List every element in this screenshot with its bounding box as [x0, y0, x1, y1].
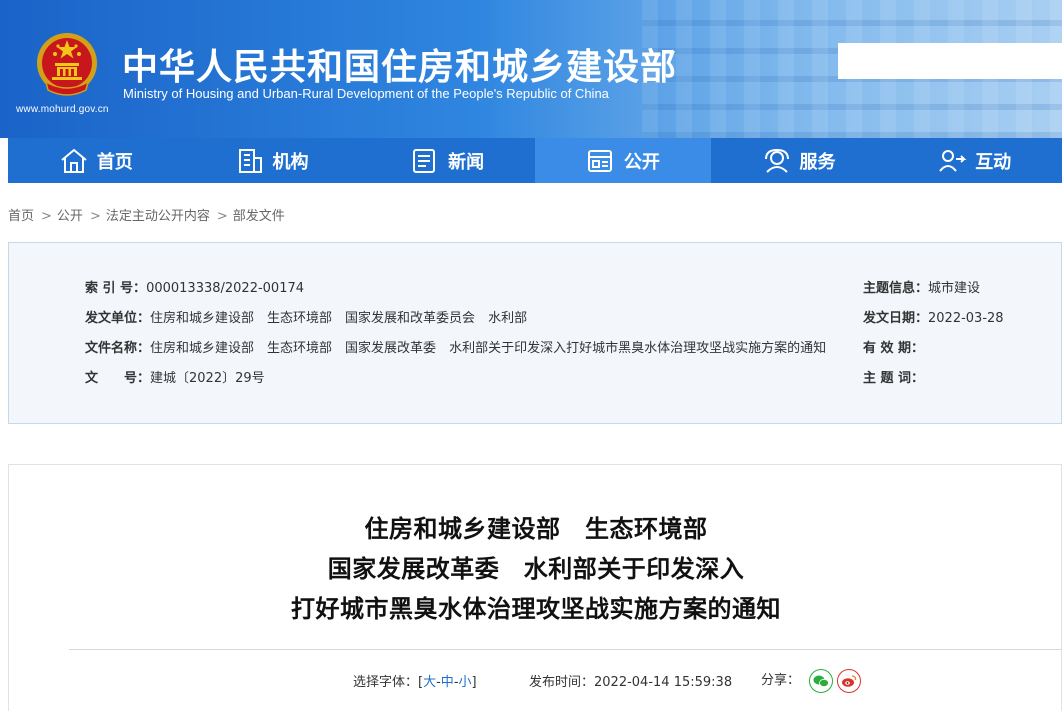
info-keywords: 主 题 词：: [863, 367, 924, 386]
issuer-item: 水利部: [488, 311, 528, 326]
breadcrumb-disclosure[interactable]: 公开: [57, 209, 83, 224]
nav-label: 公开: [623, 151, 660, 173]
document-info-panel: 索 引 号：000013338/2022-00174 发文单位：住房和城乡建设部…: [8, 242, 1062, 424]
issuer-label: 发文单位：: [85, 311, 151, 326]
font-select-label: 选择字体：[: [353, 675, 424, 690]
nav-label: 首页: [96, 151, 133, 173]
search-input[interactable]: [838, 43, 1062, 79]
nav-item-news[interactable]: 新闻: [359, 138, 535, 183]
nav-label: 机构: [272, 151, 309, 173]
info-filename: 文件名称：住房和城乡建设部 生态环境部 国家发展改革委 水利部关于印发深入打好城市黑臭…: [85, 337, 839, 356]
breadcrumb-separator: >: [41, 209, 52, 224]
info-validity: 有 效 期：: [863, 337, 924, 356]
breadcrumb-ministry-docs[interactable]: 部发文件: [233, 209, 285, 224]
filename-part: 生态环境部: [267, 341, 333, 356]
weibo-icon: [842, 675, 857, 687]
date-label: 发文日期：: [863, 311, 929, 326]
info-docno: 文 号：建城〔2022〕29号: [85, 367, 265, 386]
breadcrumb-statutory[interactable]: 法定主动公开内容: [106, 209, 210, 224]
filename-part: 水利部关于印发深入打好城市黑臭水体治理攻坚战实施方案的通知: [449, 341, 827, 356]
docno-label: 文 号：: [85, 371, 151, 386]
site-title-english: Ministry of Housing and Urban-Rural Deve…: [123, 86, 609, 101]
filename-part: 国家发展改革委: [345, 341, 437, 356]
main-nav: 首页 机构 新闻 公开 服务 互动: [8, 138, 1062, 183]
article-title-line: 国家发展改革委 水利部关于印发深入: [327, 555, 745, 583]
nav-label: 互动: [975, 151, 1012, 173]
breadcrumb-separator: >: [216, 209, 228, 224]
nav-label: 新闻: [448, 151, 485, 173]
nav-item-home[interactable]: 首页: [8, 138, 184, 183]
nav-item-organization[interactable]: 机构: [184, 138, 360, 183]
publish-label: 发布时间：: [529, 675, 595, 690]
national-emblem-icon[interactable]: [34, 30, 100, 100]
keywords-label: 主 题 词：: [863, 371, 925, 386]
date-value: 2022-03-28: [928, 311, 1004, 326]
info-index: 索 引 号：000013338/2022-00174: [85, 277, 304, 296]
wechat-share-icon[interactable]: [809, 669, 833, 693]
font-small-link[interactable]: 小: [459, 675, 472, 690]
font-select-close: ]: [471, 675, 477, 690]
weibo-share-icon[interactable]: [837, 669, 861, 693]
font-large-link[interactable]: 大: [423, 675, 436, 690]
service-icon: [764, 148, 789, 173]
interact-icon: [939, 149, 967, 172]
issuer-item: 国家发展和改革委员会: [345, 311, 476, 326]
nav-item-disclosure[interactable]: 公开: [535, 138, 711, 183]
index-label: 索 引 号：: [85, 281, 147, 296]
topic-value: 城市建设: [928, 281, 981, 296]
nav-item-interaction[interactable]: 互动: [886, 138, 1062, 183]
filename-part: 住房和城乡建设部: [150, 341, 255, 356]
nav-label: 服务: [799, 151, 836, 173]
issuer-item: 住房和城乡建设部: [150, 311, 255, 326]
docno-value: 建城〔2022〕29号: [150, 371, 265, 386]
nav-item-service[interactable]: 服务: [711, 138, 887, 183]
validity-label: 有 效 期：: [863, 341, 925, 356]
font-size-selector: 选择字体：[大-中-小]: [353, 671, 477, 690]
share-label: 分享：: [761, 673, 801, 688]
site-url: www.mohurd.gov.cn: [16, 104, 109, 115]
info-issuer: 发文单位：住房和城乡建设部 生态环境部 国家发展和改革委员会 水利部: [85, 307, 540, 326]
wechat-icon: [813, 675, 829, 688]
disclosure-icon: [587, 149, 612, 172]
breadcrumb: 首页 > 公开 > 法定主动公开内容 > 部发文件: [8, 205, 287, 224]
info-date: 发文日期：2022-03-28: [863, 307, 1004, 326]
topic-label: 主题信息：: [863, 281, 929, 296]
site-title-chinese[interactable]: 中华人民共和国住房和城乡建设部: [122, 38, 677, 90]
building-icon: [238, 148, 262, 173]
article-title-line: 打好城市黑臭水体治理攻坚战实施方案的通知: [291, 595, 781, 623]
filename-label: 文件名称：: [85, 341, 151, 356]
title-divider: [69, 649, 1062, 650]
publish-value: 2022-04-14 15:59:38: [594, 675, 733, 690]
article-title-line: 住房和城乡建设部 生态环境部: [364, 515, 708, 543]
index-value: 000013338/2022-00174: [146, 281, 305, 296]
site-header: www.mohurd.gov.cn 中华人民共和国住房和城乡建设部 Minist…: [0, 0, 1062, 138]
breadcrumb-separator: >: [89, 209, 101, 224]
publish-time: 发布时间：2022-04-14 15:59:38: [529, 671, 732, 690]
info-topic: 主题信息：城市建设: [863, 277, 980, 296]
font-medium-link[interactable]: 中: [441, 675, 454, 690]
article-body: 住房和城乡建设部 生态环境部 国家发展改革委 水利部关于印发深入 打好城市黑臭水…: [8, 464, 1062, 711]
news-icon: [413, 148, 436, 173]
home-icon: [61, 148, 87, 173]
breadcrumb-home[interactable]: 首页: [8, 209, 34, 224]
issuer-item: 生态环境部: [267, 311, 333, 326]
